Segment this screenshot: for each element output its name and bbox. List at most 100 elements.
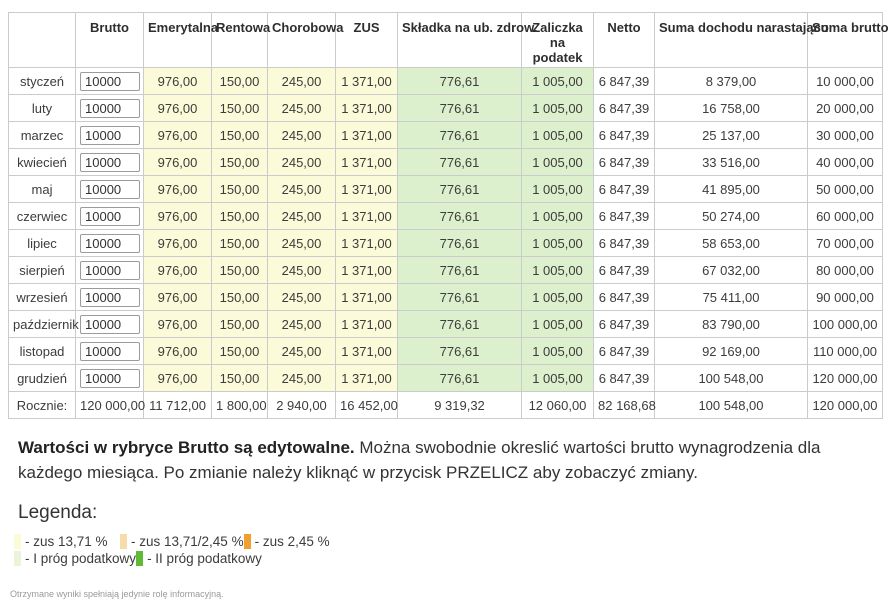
value-cell: 20 000,00 [808,95,883,122]
brutto-input[interactable] [80,153,140,172]
legend-swatch-icon [244,534,251,549]
value-cell: 150,00 [212,230,268,257]
value-cell: 976,00 [144,338,212,365]
brutto-input[interactable] [80,99,140,118]
month-label: lipiec [9,230,76,257]
month-label: listopad [9,338,76,365]
value-cell: 150,00 [212,149,268,176]
legend-label: - zus 2,45 % [255,534,330,549]
value-cell: 1 371,00 [336,365,398,392]
value-cell: 245,00 [268,284,336,311]
value-cell: 1 371,00 [336,338,398,365]
value-cell: 245,00 [268,149,336,176]
value-cell: 16 758,00 [655,95,808,122]
value-cell: 120 000,00 [808,365,883,392]
value-cell: 6 847,39 [594,230,655,257]
legend-item: - zus 13,71 % [14,534,120,549]
column-header: Chorobowa [268,13,336,68]
brutto-input[interactable] [80,369,140,388]
brutto-input[interactable] [80,72,140,91]
legend-swatch-icon [136,551,143,566]
value-cell: 1 371,00 [336,149,398,176]
value-cell: 92 169,00 [655,338,808,365]
value-cell: 90 000,00 [808,284,883,311]
value-cell: 1 005,00 [522,338,594,365]
legend-label: - zus 13,71 % [25,534,108,549]
brutto-cell [76,284,144,311]
brutto-input[interactable] [80,234,140,253]
value-cell: 976,00 [144,257,212,284]
value-cell: 1 371,00 [336,176,398,203]
value-cell: 150,00 [212,284,268,311]
value-cell: 245,00 [268,68,336,95]
value-cell: 6 847,39 [594,203,655,230]
value-cell: 1 005,00 [522,122,594,149]
month-row: listopad976,00150,00245,001 371,00776,61… [9,338,883,365]
brutto-cell [76,95,144,122]
brutto-input[interactable] [80,288,140,307]
summary-value-cell: 2 940,00 [268,392,336,419]
brutto-cell [76,257,144,284]
legend-label: - I próg podatkowy [25,551,136,566]
brutto-input[interactable] [80,261,140,280]
value-cell: 245,00 [268,257,336,284]
editable-note: Wartości w rybryce Brutto są edytowalne.… [18,435,876,485]
month-label: maj [9,176,76,203]
month-label: styczeń [9,68,76,95]
value-cell: 1 005,00 [522,284,594,311]
column-header: Składka na ub. zdrow. [398,13,522,68]
brutto-cell [76,365,144,392]
legend-swatch-icon [120,534,127,549]
summary-value-cell: 1 800,00 [212,392,268,419]
value-cell: 1 371,00 [336,257,398,284]
value-cell: 150,00 [212,338,268,365]
brutto-input[interactable] [80,180,140,199]
value-cell: 1 005,00 [522,68,594,95]
brutto-cell [76,149,144,176]
value-cell: 8 379,00 [655,68,808,95]
column-header: Zaliczka na podatek [522,13,594,68]
value-cell: 1 371,00 [336,203,398,230]
brutto-cell [76,176,144,203]
summary-value-cell: 82 168,68 [594,392,655,419]
brutto-cell [76,122,144,149]
value-cell: 80 000,00 [808,257,883,284]
value-cell: 67 032,00 [655,257,808,284]
value-cell: 150,00 [212,176,268,203]
value-cell: 976,00 [144,176,212,203]
value-cell: 6 847,39 [594,284,655,311]
month-row: luty976,00150,00245,001 371,00776,611 00… [9,95,883,122]
brutto-input[interactable] [80,315,140,334]
brutto-input[interactable] [80,207,140,226]
value-cell: 6 847,39 [594,365,655,392]
column-header: Suma brutto [808,13,883,68]
value-cell: 1 005,00 [522,257,594,284]
value-cell: 245,00 [268,203,336,230]
legend-item: - I próg podatkowy [14,551,136,566]
brutto-input[interactable] [80,126,140,145]
legend-item: - II próg podatkowy [136,551,262,566]
value-cell: 6 847,39 [594,311,655,338]
brutto-cell [76,338,144,365]
column-header: Netto [594,13,655,68]
value-cell: 6 847,39 [594,68,655,95]
value-cell: 10 000,00 [808,68,883,95]
value-cell: 1 005,00 [522,311,594,338]
summary-value-cell: 100 548,00 [655,392,808,419]
value-cell: 83 790,00 [655,311,808,338]
value-cell: 150,00 [212,122,268,149]
disclaimer-text: Otrzymane wyniki spełniają jedynie rolę … [10,589,224,599]
brutto-cell [76,203,144,230]
column-header: Brutto [76,13,144,68]
month-row: grudzień976,00150,00245,001 371,00776,61… [9,365,883,392]
value-cell: 150,00 [212,203,268,230]
legend-label: - zus 13,71/2,45 % [131,534,244,549]
brutto-input[interactable] [80,342,140,361]
legend-item: - zus 13,71/2,45 % [120,534,244,549]
value-cell: 976,00 [144,122,212,149]
brutto-cell [76,68,144,95]
value-cell: 976,00 [144,95,212,122]
column-header: Emerytalna [144,13,212,68]
value-cell: 41 895,00 [655,176,808,203]
month-row: kwiecień976,00150,00245,001 371,00776,61… [9,149,883,176]
